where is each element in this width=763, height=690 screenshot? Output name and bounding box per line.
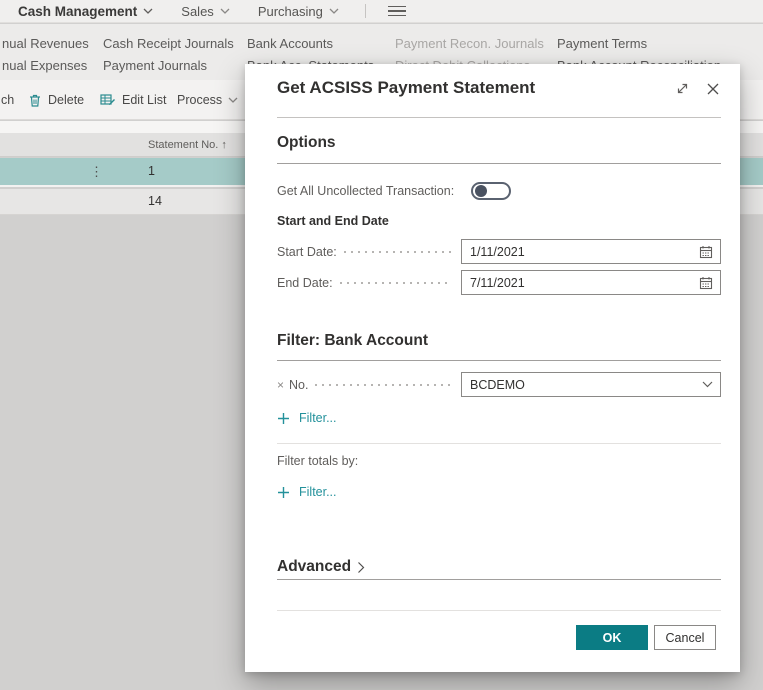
sort-ascending-icon: ↑ bbox=[221, 139, 227, 151]
totals-top-divider bbox=[277, 443, 721, 444]
dotted-leader bbox=[315, 384, 451, 386]
footer-divider bbox=[277, 610, 721, 611]
title-divider bbox=[277, 117, 721, 118]
expand-dialog-button[interactable] bbox=[675, 81, 690, 96]
advanced-divider bbox=[277, 579, 721, 580]
no-filter-row: × No. BCDEMO bbox=[277, 372, 721, 397]
add-filter-label: Filter... bbox=[299, 411, 337, 425]
options-divider bbox=[277, 163, 721, 164]
nav-item-label: Sales bbox=[181, 4, 214, 19]
calendar-icon[interactable] bbox=[699, 276, 713, 290]
close-icon bbox=[706, 82, 720, 96]
get-acsiss-payment-statement-dialog: Get ACSISS Payment Statement Options Get… bbox=[245, 64, 740, 672]
end-date-value: 7/11/2021 bbox=[470, 276, 525, 290]
search-button-fragment[interactable]: ch bbox=[1, 91, 14, 109]
toggle-knob bbox=[475, 185, 487, 197]
process-menu-button[interactable]: Process bbox=[177, 91, 238, 109]
delete-label: Delete bbox=[48, 93, 84, 107]
dialog-buttons: OK Cancel bbox=[576, 625, 716, 650]
filter-bank-account-heading: Filter: Bank Account bbox=[277, 332, 428, 350]
options-section-heading: Options bbox=[277, 134, 336, 152]
plus-icon bbox=[277, 412, 290, 425]
dotted-leader bbox=[344, 251, 451, 253]
ribbon-link-annual-expenses[interactable]: nual Expenses bbox=[2, 58, 87, 73]
nav-item-cash-management[interactable]: Cash Management bbox=[18, 4, 153, 19]
ribbon-link-payment-recon-journals[interactable]: Payment Recon. Journals bbox=[395, 36, 544, 51]
cancel-button[interactable]: Cancel bbox=[654, 625, 716, 650]
add-filter-link[interactable]: Filter... bbox=[277, 411, 337, 425]
ok-button[interactable]: OK bbox=[576, 625, 648, 650]
no-filter-value: BCDEMO bbox=[470, 378, 525, 392]
start-date-label: Start Date: bbox=[277, 245, 337, 259]
end-date-row: End Date: 7/11/2021 bbox=[277, 270, 721, 295]
no-filter-combobox[interactable]: BCDEMO bbox=[461, 372, 721, 397]
nav-item-label: Cash Management bbox=[18, 4, 137, 19]
end-date-label: End Date: bbox=[277, 276, 333, 290]
app-window: Cash Management Sales Purchasing nual Re… bbox=[0, 0, 763, 690]
end-date-input[interactable]: 7/11/2021 bbox=[461, 270, 721, 295]
chevron-down-icon bbox=[143, 8, 153, 14]
edit-list-icon bbox=[100, 93, 116, 107]
close-dialog-button[interactable] bbox=[706, 82, 720, 96]
top-navigation-bar: Cash Management Sales Purchasing bbox=[0, 0, 763, 23]
ribbon-link-bank-accounts[interactable]: Bank Accounts bbox=[247, 36, 333, 51]
chevron-down-icon bbox=[329, 8, 339, 14]
calendar-icon[interactable] bbox=[699, 245, 713, 259]
expand-icon bbox=[675, 81, 690, 96]
uncollected-transaction-toggle[interactable] bbox=[471, 182, 511, 200]
advanced-label: Advanced bbox=[277, 558, 351, 576]
column-header-label: Statement No. bbox=[148, 139, 218, 151]
delete-button[interactable]: Delete bbox=[28, 91, 84, 109]
start-date-input[interactable]: 1/11/2021 bbox=[461, 239, 721, 264]
advanced-expander[interactable]: Advanced bbox=[277, 558, 365, 576]
edit-list-label: Edit List bbox=[122, 93, 166, 107]
add-filter-label: Filter... bbox=[299, 485, 337, 499]
filter-totals-by-label: Filter totals by: bbox=[277, 454, 358, 468]
chevron-down-icon bbox=[220, 8, 230, 14]
dotted-leader bbox=[340, 282, 451, 284]
row-options-icon[interactable]: ⋮ bbox=[90, 158, 103, 185]
start-date-value: 1/11/2021 bbox=[470, 245, 525, 259]
search-label-fragment: ch bbox=[1, 93, 14, 107]
chevron-right-icon bbox=[357, 561, 365, 574]
uncollected-transaction-row: Get All Uncollected Transaction: bbox=[277, 182, 721, 200]
hamburger-menu-icon[interactable] bbox=[388, 6, 406, 17]
statement-no-cell[interactable]: 1 bbox=[148, 158, 155, 185]
ribbon-link-payment-terms[interactable]: Payment Terms bbox=[557, 36, 647, 51]
start-date-row: Start Date: 1/11/2021 bbox=[277, 239, 721, 264]
add-totals-filter-link[interactable]: Filter... bbox=[277, 485, 337, 499]
dialog-title: Get ACSISS Payment Statement bbox=[277, 78, 535, 98]
ribbon-link-annual-revenues[interactable]: nual Revenues bbox=[2, 36, 89, 51]
chevron-down-icon bbox=[228, 97, 238, 103]
filter-bank-divider bbox=[277, 360, 721, 361]
nav-item-sales[interactable]: Sales bbox=[181, 4, 230, 19]
trash-icon bbox=[28, 93, 42, 108]
nav-item-purchasing[interactable]: Purchasing bbox=[258, 4, 339, 19]
edit-list-button[interactable]: Edit List bbox=[100, 91, 166, 109]
statement-no-cell[interactable]: 14 bbox=[148, 189, 162, 214]
ribbon-link-payment-journals[interactable]: Payment Journals bbox=[103, 58, 207, 73]
uncollected-transaction-label: Get All Uncollected Transaction: bbox=[277, 184, 454, 198]
chevron-down-icon[interactable] bbox=[702, 381, 713, 388]
ribbon-link-cash-receipt-journals[interactable]: Cash Receipt Journals bbox=[103, 36, 234, 51]
start-end-date-subheading: Start and End Date bbox=[277, 214, 389, 228]
plus-icon bbox=[277, 486, 290, 499]
nav-divider bbox=[365, 4, 366, 18]
process-label: Process bbox=[177, 93, 222, 107]
nav-item-label: Purchasing bbox=[258, 4, 323, 19]
column-header-statement-no[interactable]: Statement No. ↑ bbox=[148, 133, 227, 157]
no-filter-label: No. bbox=[289, 378, 308, 392]
remove-filter-icon[interactable]: × bbox=[277, 378, 284, 392]
